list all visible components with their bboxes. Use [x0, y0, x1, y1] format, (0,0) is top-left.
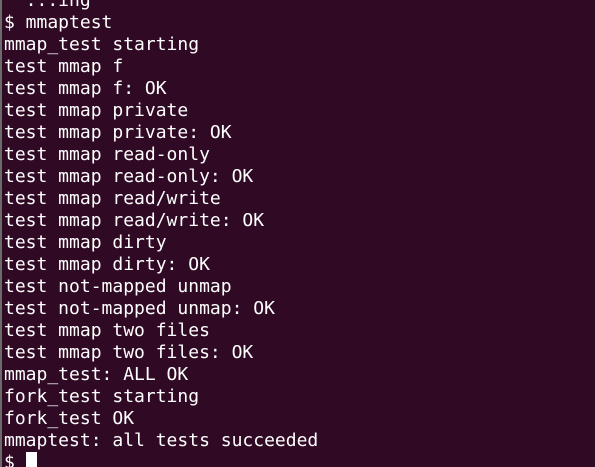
output-line: test mmap f: OK	[4, 78, 167, 99]
output-line: test mmap dirty	[4, 232, 167, 253]
output-line: test mmap read/write	[4, 188, 221, 209]
output-line: test mmap read-only	[4, 144, 210, 165]
output-line: test mmap read/write: OK	[4, 210, 265, 231]
output-line: test mmap private: OK	[4, 122, 232, 143]
output-line: test not-mapped unmap: OK	[4, 298, 275, 319]
command-line: $ mmaptest	[4, 12, 113, 33]
terminal-output: ...ing $ mmaptest mmap_test starting tes…	[4, 0, 318, 467]
prompt-line[interactable]: $	[4, 452, 318, 467]
output-line: test mmap f	[4, 56, 124, 77]
window-border	[0, 0, 2, 467]
output-line: mmap_test: ALL OK	[4, 364, 189, 385]
output-line: test mmap dirty: OK	[4, 254, 210, 275]
output-line: mmaptest: all tests succeeded	[4, 430, 319, 451]
output-line: mmap_test starting	[4, 34, 200, 55]
output-line: test not-mapped unmap	[4, 276, 232, 297]
text-cursor	[25, 452, 37, 467]
output-line: test mmap two files: OK	[4, 342, 254, 363]
output-line: test mmap read-only: OK	[4, 166, 254, 187]
output-line: fork_test starting	[4, 386, 200, 407]
output-line: test mmap private	[4, 100, 189, 121]
terminal-window[interactable]: ...ing $ mmaptest mmap_test starting tes…	[0, 0, 595, 467]
output-line: test mmap two files	[4, 320, 210, 341]
output-line: ...ing	[4, 0, 91, 11]
shell-prompt: $	[4, 452, 26, 467]
output-line: fork_test OK	[4, 408, 135, 429]
